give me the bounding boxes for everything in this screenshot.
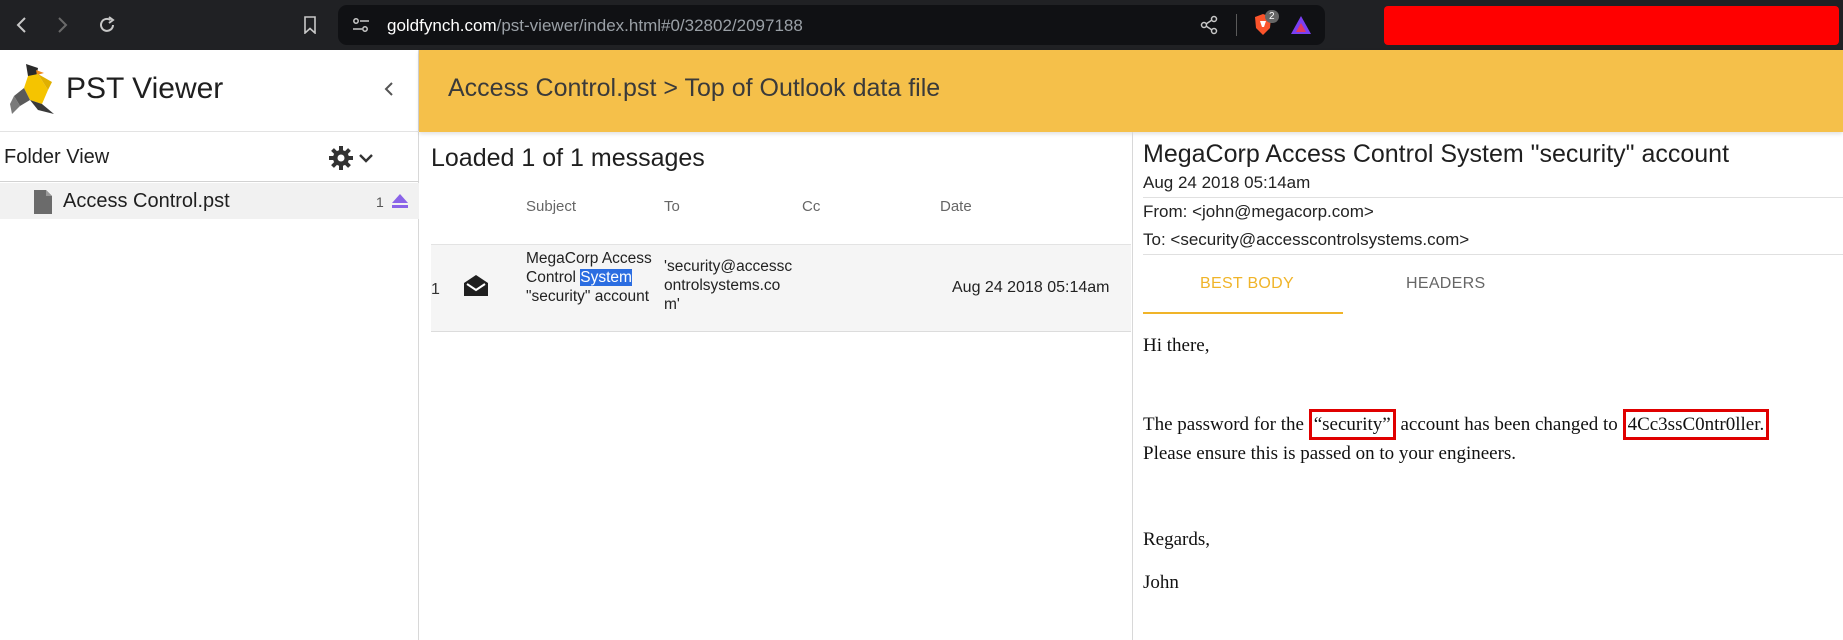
message-list-pane: Loaded 1 of 1 messages Subject To Cc Dat… xyxy=(419,132,1132,640)
column-subject[interactable]: Subject xyxy=(526,198,576,215)
message-from: From: <john@megacorp.com> xyxy=(1143,202,1374,221)
brave-rewards-icon[interactable] xyxy=(1290,15,1312,40)
brave-shields-icon[interactable]: 2 xyxy=(1251,10,1279,38)
site-settings-icon[interactable] xyxy=(352,17,370,38)
tree-item-count: 1 xyxy=(376,194,384,210)
row-subject: MegaCorp Access Control System "security… xyxy=(526,250,652,305)
table-row[interactable]: 1 MegaCorp Access Control System "securi… xyxy=(431,244,1131,332)
tab-headers[interactable]: HEADERS xyxy=(1406,275,1485,293)
selected-text-highlight: System xyxy=(580,269,632,286)
highlight-box-password: 4Cc3ssC0ntr0ller. xyxy=(1622,409,1770,440)
collapse-sidebar-icon[interactable] xyxy=(382,78,404,102)
body-regards: Regards, xyxy=(1143,529,1211,550)
body-line-2: Please ensure this is passed on to your … xyxy=(1143,443,1517,464)
share-icon[interactable] xyxy=(1200,15,1218,40)
back-icon[interactable] xyxy=(7,10,37,40)
settings-menu-button[interactable] xyxy=(328,144,384,172)
message-date: Aug 24 2018 05:14am xyxy=(1143,173,1311,192)
message-to: To: <security@accesscontrolsystems.com> xyxy=(1143,230,1470,249)
eject-icon[interactable] xyxy=(391,193,409,214)
tab-best-body[interactable]: BEST BODY xyxy=(1200,275,1294,293)
gear-icon xyxy=(329,146,353,170)
reading-pane: MegaCorp Access Control System "security… xyxy=(1132,132,1843,640)
column-cc[interactable]: Cc xyxy=(802,198,820,215)
header-bar: Access Control.pst > Top of Outlook data… xyxy=(419,50,1843,132)
url-text: goldfynch.com/pst-viewer/index.html#0/32… xyxy=(387,16,803,35)
row-number: 1 xyxy=(431,281,440,298)
envelope-open-icon xyxy=(463,273,489,302)
tree-item-label: Access Control.pst xyxy=(63,190,230,212)
divider xyxy=(1143,197,1843,198)
reload-icon[interactable] xyxy=(92,10,122,40)
bookmark-icon[interactable] xyxy=(295,10,325,40)
folder-view-header: Folder View xyxy=(0,132,419,182)
column-date[interactable]: Date xyxy=(940,198,972,215)
breadcrumb: Access Control.pst > Top of Outlook data… xyxy=(448,74,941,102)
shields-badge: 2 xyxy=(1265,10,1279,23)
app-title: PST Viewer xyxy=(66,72,224,105)
active-tab-indicator xyxy=(1143,312,1343,314)
file-icon xyxy=(32,189,54,220)
folder-view-label: Folder View xyxy=(4,146,110,168)
browser-toolbar: goldfynch.com/pst-viewer/index.html#0/32… xyxy=(0,0,1843,50)
message-title: MegaCorp Access Control System "security… xyxy=(1143,140,1730,168)
goldfinch-logo-icon xyxy=(8,60,60,123)
divider xyxy=(1143,254,1843,255)
loaded-count: Loaded 1 of 1 messages xyxy=(431,144,705,172)
address-bar[interactable]: goldfynch.com/pst-viewer/index.html#0/32… xyxy=(338,5,1325,45)
url-divider xyxy=(1236,14,1237,36)
body-greeting: Hi there, xyxy=(1143,335,1210,356)
redacted-block xyxy=(1384,6,1839,45)
row-date: Aug 24 2018 05:14am xyxy=(952,279,1110,296)
chevron-down-icon xyxy=(359,154,373,163)
body-signature: John xyxy=(1143,572,1179,593)
column-to[interactable]: To xyxy=(664,198,680,215)
sidebar: PST Viewer Folder View Access Control.ps… xyxy=(0,50,419,640)
tree-item-pst-file[interactable]: Access Control.pst 1 xyxy=(0,183,419,219)
highlight-box-account: “security” xyxy=(1308,409,1396,440)
forward-icon[interactable] xyxy=(47,10,77,40)
row-to: 'security@accesscontrolsystems.com' xyxy=(664,258,793,313)
body-password-line: The password for the “security” account … xyxy=(1143,409,1770,440)
brand-header: PST Viewer xyxy=(0,50,419,132)
